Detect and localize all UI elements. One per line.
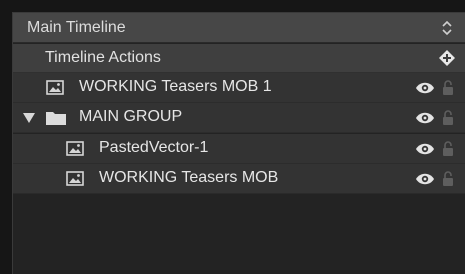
layer-name: PastedVector-1 [99,139,209,156]
lock-icon[interactable] [442,170,454,187]
timeline-panel: Main Timeline Timeline Actions WORKING T… [12,12,465,274]
visibility-eye-icon[interactable] [415,172,435,186]
timeline-title: Main Timeline [27,19,126,36]
timeline-actions-label: Timeline Actions [45,49,161,66]
layer-row[interactable]: PastedVector-1 [13,134,465,164]
folder-icon [46,112,66,125]
visibility-eye-icon[interactable] [415,81,435,95]
lock-icon[interactable] [442,140,454,157]
layer-name: WORKING Teasers MOB 1 [79,78,272,95]
lock-icon[interactable] [442,109,454,126]
layer-row[interactable]: WORKING Teasers MOB 1 [13,73,465,103]
timeline-selector[interactable]: Main Timeline [13,13,465,43]
add-action-icon[interactable] [439,50,455,66]
image-layer-icon [66,171,84,186]
updown-chevron-icon[interactable] [441,19,453,37]
layer-row[interactable]: WORKING Teasers MOB [13,164,465,194]
visibility-eye-icon[interactable] [415,111,435,125]
visibility-eye-icon[interactable] [415,142,435,156]
group-row[interactable]: MAIN GROUP [13,103,465,133]
image-layer-icon [46,80,64,95]
expand-caret-icon[interactable] [23,113,35,123]
timeline-actions-row[interactable]: Timeline Actions [13,44,465,73]
window-frame: Main Timeline Timeline Actions WORKING T… [0,0,465,274]
lock-icon[interactable] [442,79,454,96]
group-name: MAIN GROUP [79,108,183,125]
layer-name: WORKING Teasers MOB [99,169,279,186]
image-layer-icon [66,141,84,156]
